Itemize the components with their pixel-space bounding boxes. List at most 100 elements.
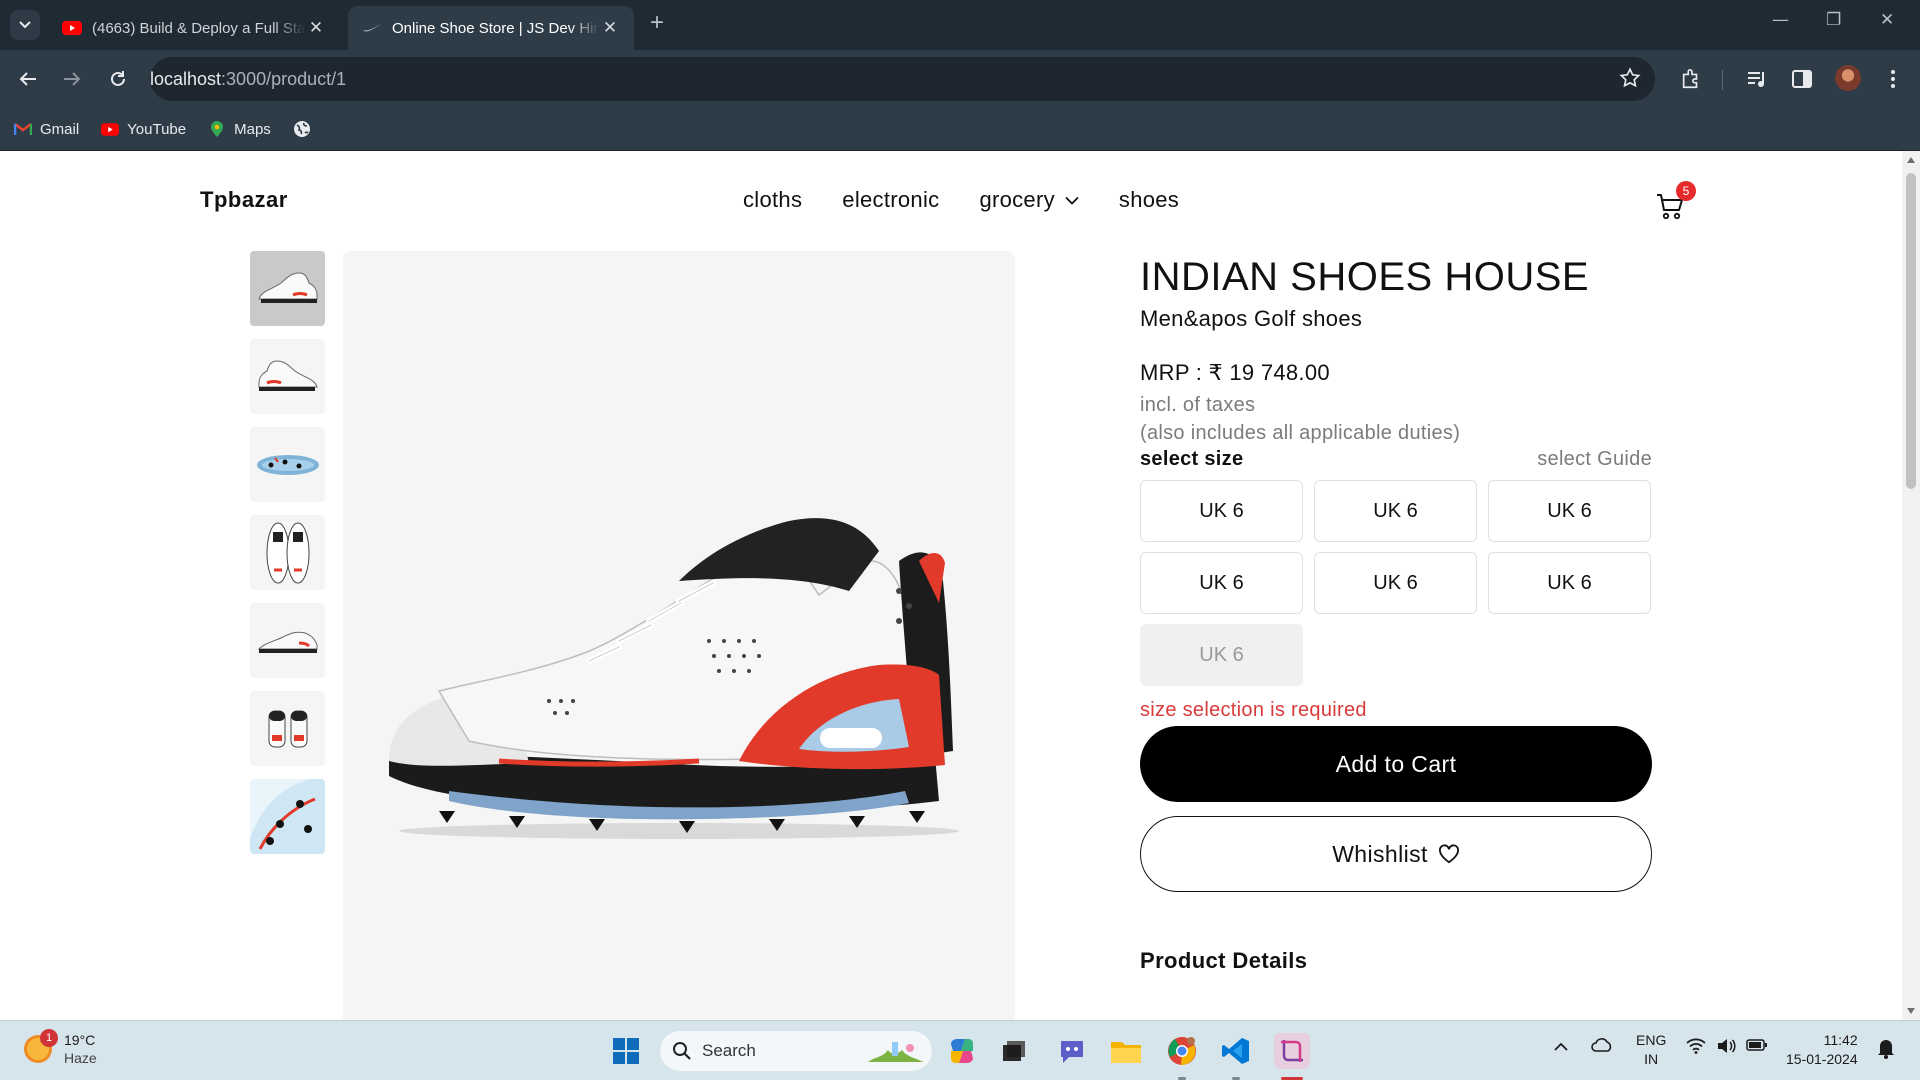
snipping-tool-icon[interactable] [1274,1033,1310,1069]
product-thumbnail[interactable] [250,691,325,766]
nav-item-cloths[interactable]: cloths [743,187,802,213]
product-info: INDIAN SHOES HOUSE Men&apos Golf shoes M… [1140,251,1652,974]
show-hidden-icons[interactable] [1553,1039,1569,1055]
copilot-icon[interactable] [944,1033,980,1069]
nav-label: shoes [1118,187,1180,212]
size-option[interactable]: UK 6 [1314,480,1477,542]
notification-icon[interactable] [1876,1037,1896,1062]
weather-badge: 1 [40,1029,58,1047]
add-to-cart-label: Add to Cart [1335,750,1457,777]
tab-title: (4663) Build & Deploy a Full Stack [92,19,306,37]
product-thumbnail[interactable] [250,251,325,326]
thumbnail-list [250,251,326,867]
address-bar[interactable]: localhost:3000/product/1 [150,57,1655,177]
scroll-down-icon[interactable] [1907,1008,1915,1014]
size-header: select size select Guide [1140,448,1652,471]
arrow-left-icon [19,72,36,86]
bookmark-youtube[interactable]: YouTube [101,120,186,138]
product-main-image [343,251,1015,1020]
bookmark-label: YouTube [127,120,187,138]
product-thumbnail[interactable] [250,427,325,502]
vscode-icon[interactable] [1218,1033,1254,1069]
profile-avatar[interactable] [1835,65,1861,91]
product-thumbnail[interactable] [250,339,325,414]
close-window-icon[interactable]: ✕ [1880,10,1894,30]
add-to-cart-button[interactable]: Add to Cart [1140,726,1652,802]
clock-date: 15-01-2024 [1786,1051,1858,1067]
scroll-up-icon[interactable] [1907,157,1915,163]
size-option[interactable]: UK 6 [1314,552,1477,614]
url-path: :3000/product/1 [221,68,347,89]
product-details-heading: Product Details [1140,948,1308,973]
task-view-icon[interactable] [996,1033,1032,1069]
scrollbar-thumb[interactable] [1906,173,1916,489]
tab-shoe-store[interactable]: Online Shoe Store | JS Dev Hindi ✕ [348,6,634,50]
bookmark-maps[interactable]: Maps [208,120,271,138]
extensions-icon[interactable] [1677,65,1705,93]
onedrive-icon[interactable] [1590,1037,1614,1056]
search-icon [672,1041,692,1061]
tab-youtube[interactable]: (4663) Build & Deploy a Full Stack ✕ [48,6,340,50]
back-button[interactable] [13,64,43,94]
nav-item-electronic[interactable]: electronic [842,187,939,213]
wishlist-button[interactable]: Whishlist [1140,816,1652,892]
tab-search-button[interactable] [10,10,40,40]
size-option[interactable]: UK 6 [1140,552,1303,614]
browser-menu-icon[interactable] [1879,65,1907,93]
size-label: select size [1140,448,1244,470]
product-thumbnail[interactable] [250,603,325,678]
chrome-icon[interactable] [1164,1033,1200,1069]
system-clock[interactable]: 11:42 15-01-2024 [1786,1031,1858,1069]
url-host: localhost [150,68,222,89]
teams-chat-icon[interactable] [1054,1033,1090,1069]
reload-icon [111,71,125,86]
windows-icon [613,1038,639,1064]
tax-note: incl. of taxes [1140,394,1256,416]
size-option[interactable]: UK 6 [1140,480,1303,542]
wishlist-label: Whishlist [1332,840,1428,867]
bookmark-star-icon[interactable] [1619,67,1641,93]
product-price: MRP : ₹ 19 748.00 [1140,360,1330,385]
battery-icon[interactable] [1746,1038,1768,1055]
new-tab-button[interactable]: + [650,9,664,37]
forward-button[interactable] [57,64,87,94]
size-option[interactable]: UK 6 [1488,480,1651,542]
bookmark-label: Gmail [40,120,80,138]
duty-note: (also includes all applicable duties) [1140,422,1461,444]
site-logo[interactable]: Tpbazar [200,187,288,213]
size-guide-link[interactable]: select Guide [1537,448,1652,471]
product-subtitle: Men&apos Golf shoes [1140,306,1363,331]
size-error-message: size selection is required [1140,699,1367,721]
product-thumbnail[interactable] [250,515,325,590]
weather-temperature: 19°C [64,1032,96,1048]
file-explorer-icon[interactable] [1108,1033,1144,1069]
bookmark-gmail[interactable]: Gmail [14,120,79,138]
taskbar-search[interactable]: Search [660,1031,932,1071]
product-thumbnail[interactable] [250,779,325,854]
restore-icon[interactable]: ❐ [1826,10,1841,30]
wifi-icon[interactable] [1686,1038,1706,1057]
cart-button[interactable]: 5 [1655,181,1696,223]
language-indicator[interactable]: ENG IN [1636,1031,1666,1069]
close-tab-icon[interactable]: ✕ [306,18,326,38]
nav-item-shoes[interactable]: shoes [1119,187,1179,213]
close-tab-icon[interactable]: ✕ [600,18,620,38]
bookmark-label: Maps [234,120,271,138]
bookmark-globe[interactable] [293,120,319,138]
nav-item-grocery[interactable]: grocery [979,187,1079,213]
minimize-icon[interactable]: — [1772,10,1789,30]
main-nav: cloths electronic grocery shoes [743,187,1219,213]
reload-button[interactable] [103,64,133,94]
weather-text: 19°C Haze [64,1031,97,1067]
side-panel-icon[interactable] [1788,65,1816,93]
volume-icon[interactable] [1716,1038,1736,1057]
search-placeholder: Search [702,1041,756,1060]
size-option[interactable]: UK 6 [1488,552,1651,614]
nav-label: cloths [743,187,803,212]
start-button[interactable] [608,1033,644,1069]
page-viewport: Tpbazar cloths electronic grocery shoes … [0,151,1920,1020]
weather-widget[interactable]: 1 19°C Haze [24,1029,97,1067]
page-scrollbar[interactable] [1902,151,1920,1020]
youtube-icon [101,120,120,138]
media-control-icon[interactable] [1743,65,1771,93]
